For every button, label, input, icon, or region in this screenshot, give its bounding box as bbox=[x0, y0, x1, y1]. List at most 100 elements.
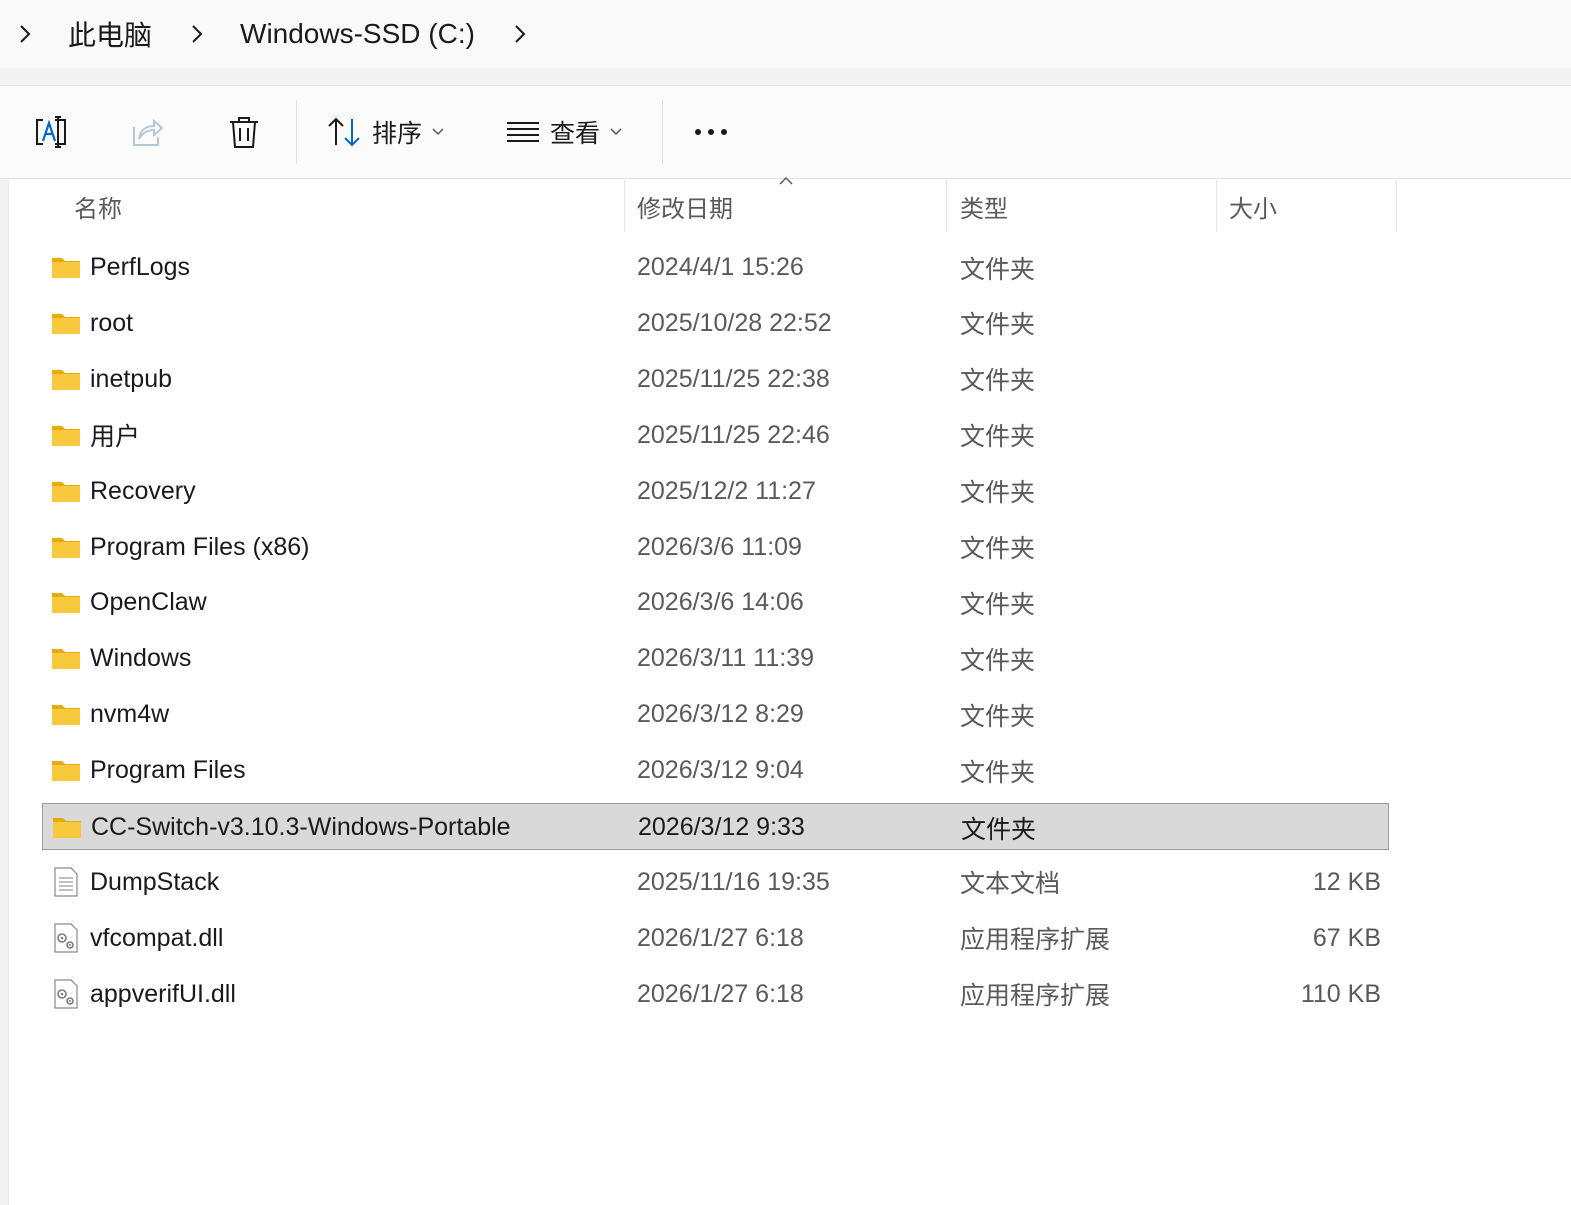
file-row[interactable]: appverifUI.dll 2026/1/27 6:18 应用程序扩展 110 KB bbox=[42, 971, 1389, 1018]
more-icon bbox=[695, 129, 727, 135]
rename-icon bbox=[36, 116, 66, 148]
breadcrumb-this-pc[interactable]: 此电脑 bbox=[62, 14, 158, 54]
column-header: 名称 修改日期 类型 大小 bbox=[0, 180, 1571, 232]
file-name: PerfLogs bbox=[90, 253, 191, 281]
file-size: 12 KB bbox=[1312, 867, 1381, 896]
file-type: 文件夹 bbox=[960, 367, 1036, 396]
file-type: 应用程序扩展 bbox=[960, 926, 1111, 955]
file-row[interactable]: OpenClaw 2026/3/6 14:06 文件夹 bbox=[42, 579, 1389, 626]
column-header-size[interactable]: 大小 bbox=[1229, 180, 1389, 232]
file-date: 2026/3/6 11:09 bbox=[637, 532, 802, 561]
file-date: 2025/11/25 22:38 bbox=[637, 364, 830, 393]
file-date: 2025/11/25 22:46 bbox=[637, 420, 830, 449]
file-type: 文件夹 bbox=[960, 646, 1036, 675]
column-header-name[interactable]: 名称 bbox=[74, 180, 614, 232]
column-header-date[interactable]: 修改日期 bbox=[637, 180, 937, 232]
file-name: Recovery bbox=[90, 476, 196, 505]
view-label: 查看 bbox=[550, 120, 601, 148]
view-button[interactable]: 查看 bbox=[506, 104, 636, 160]
sort-button[interactable]: 排序 bbox=[326, 104, 456, 160]
file-row[interactable]: DumpStack 2025/11/16 19:35 文本文档 12 KB bbox=[42, 859, 1389, 906]
sort-label: 排序 bbox=[372, 120, 423, 148]
file-date: 2026/3/12 9:04 bbox=[637, 756, 804, 785]
delete-button[interactable] bbox=[216, 104, 272, 160]
file-row[interactable]: CC-Switch-v3.10.3-Windows-Portable 2026/3… bbox=[42, 803, 1389, 850]
toolbar-divider bbox=[296, 100, 297, 164]
folder-icon bbox=[51, 476, 81, 506]
file-date: 2024/4/1 15:26 bbox=[637, 253, 804, 281]
file-date: 2026/3/6 14:06 bbox=[637, 588, 804, 617]
file-name: nvm4w bbox=[90, 700, 170, 729]
file-row[interactable]: Recovery 2025/12/2 11:27 文件夹 bbox=[42, 468, 1389, 515]
column-divider[interactable] bbox=[946, 180, 947, 232]
address-strip bbox=[0, 68, 1571, 86]
file-date: 2026/1/27 6:18 bbox=[637, 979, 804, 1008]
folder-icon bbox=[52, 812, 82, 842]
folder-icon bbox=[51, 532, 81, 562]
folder-icon bbox=[51, 587, 81, 617]
file-row[interactable]: Program Files 2026/3/12 9:04 文件夹 bbox=[42, 747, 1389, 794]
file-row[interactable]: vfcompat.dll 2026/1/27 6:18 应用程序扩展 67 KB bbox=[42, 915, 1389, 962]
dll-file-icon bbox=[51, 923, 81, 953]
chevron-right-icon[interactable] bbox=[505, 19, 535, 49]
share-icon bbox=[133, 118, 164, 146]
file-type: 文件夹 bbox=[961, 815, 1037, 844]
file-row[interactable]: nvm4w 2026/3/12 8:29 文件夹 bbox=[42, 691, 1389, 738]
file-type: 文件夹 bbox=[960, 311, 1036, 340]
breadcrumb: 此电脑 Windows-SSD (C:) bbox=[0, 0, 1571, 68]
navigation-pane-edge bbox=[0, 179, 9, 1205]
file-name: Program Files (x86) bbox=[90, 532, 310, 561]
chevron-right-icon[interactable] bbox=[10, 19, 40, 49]
rename-button[interactable] bbox=[24, 104, 80, 160]
file-name: appverifUI.dll bbox=[90, 979, 236, 1008]
column-divider[interactable] bbox=[624, 180, 625, 232]
file-name: inetpub bbox=[90, 364, 173, 393]
file-size: 110 KB bbox=[1300, 979, 1381, 1008]
file-name: vfcompat.dll bbox=[90, 923, 224, 952]
column-divider[interactable] bbox=[1396, 180, 1397, 232]
file-date: 2025/11/16 19:35 bbox=[637, 867, 830, 896]
column-header-type[interactable]: 类型 bbox=[960, 180, 1210, 232]
file-name: Program Files bbox=[90, 756, 246, 785]
file-type: 文件夹 bbox=[960, 479, 1036, 508]
file-date: 2026/3/12 9:33 bbox=[638, 813, 805, 841]
folder-icon bbox=[51, 699, 81, 729]
file-name: DumpStack bbox=[90, 867, 220, 896]
chevron-right-icon[interactable] bbox=[182, 19, 212, 49]
file-type: 文件夹 bbox=[960, 535, 1036, 563]
file-row[interactable]: 用户 2025/11/25 22:46 文件夹 bbox=[42, 412, 1389, 459]
trash-icon bbox=[230, 117, 258, 148]
file-name: OpenClaw bbox=[90, 588, 207, 617]
file-date: 2026/3/12 8:29 bbox=[637, 700, 804, 729]
file-date: 2025/12/2 11:27 bbox=[637, 476, 816, 505]
command-bar: 排序 查看 bbox=[0, 86, 1571, 179]
file-row[interactable]: inetpub 2025/11/25 22:38 文件夹 bbox=[42, 356, 1389, 403]
file-type: 文件夹 bbox=[960, 758, 1036, 787]
file-type: 文件夹 bbox=[960, 255, 1036, 284]
chevron-down-icon bbox=[610, 128, 622, 136]
column-divider[interactable] bbox=[1216, 180, 1217, 232]
file-date: 2026/1/27 6:18 bbox=[637, 923, 804, 952]
file-type: 文本文档 bbox=[960, 870, 1061, 899]
dll-file-icon bbox=[51, 979, 81, 1009]
file-type: 应用程序扩展 bbox=[960, 982, 1111, 1011]
folder-icon bbox=[51, 755, 81, 785]
sort-ascending-icon bbox=[779, 176, 793, 185]
share-button[interactable] bbox=[120, 104, 176, 160]
file-row[interactable]: Windows 2026/3/11 11:39 文件夹 bbox=[42, 635, 1389, 682]
file-date: 2025/10/28 22:52 bbox=[637, 308, 832, 337]
folder-icon bbox=[51, 643, 81, 673]
folder-icon bbox=[51, 364, 81, 394]
file-date: 2026/3/11 11:39 bbox=[637, 644, 815, 673]
file-type: 文件夹 bbox=[960, 590, 1036, 619]
file-name: root bbox=[90, 308, 134, 337]
file-row[interactable]: root 2025/10/28 22:52 文件夹 bbox=[42, 300, 1389, 347]
file-row[interactable]: PerfLogs 2024/4/1 15:26 文件夹 bbox=[42, 244, 1389, 291]
list-view-icon bbox=[507, 122, 539, 142]
file-type: 文件夹 bbox=[960, 423, 1036, 452]
file-row[interactable]: Program Files (x86) 2026/3/6 11:09 文件夹 bbox=[42, 524, 1389, 571]
more-options-button[interactable] bbox=[686, 104, 736, 160]
file-name: 用户 bbox=[90, 423, 141, 452]
breadcrumb-drive-c[interactable]: Windows-SSD (C:) bbox=[234, 18, 481, 50]
chevron-down-icon bbox=[432, 128, 444, 136]
